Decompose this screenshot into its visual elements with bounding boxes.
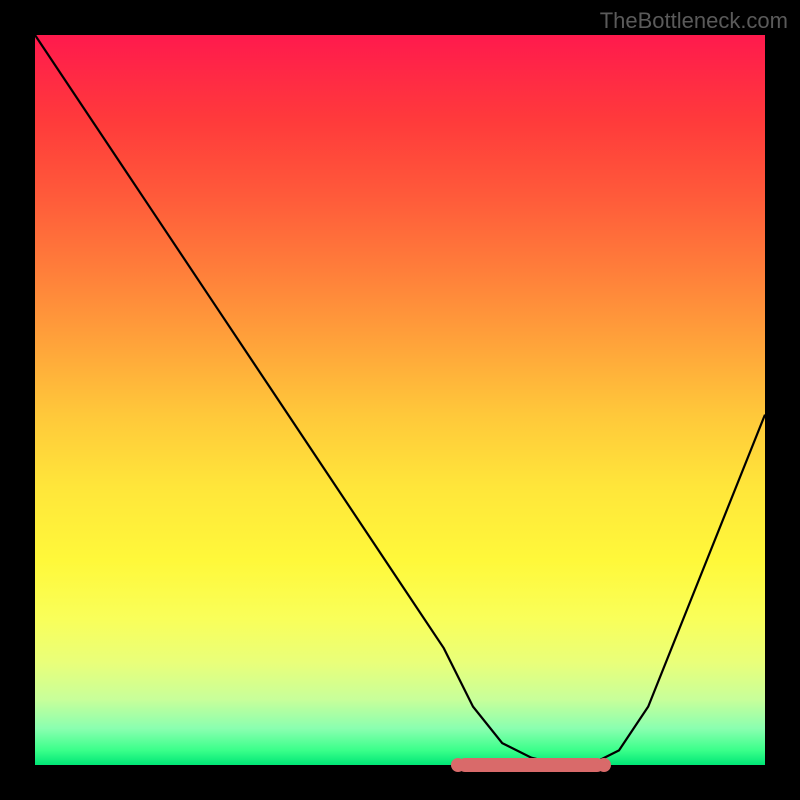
optimal-range-end-dot [597, 758, 611, 772]
watermark-text: TheBottleneck.com [600, 8, 788, 34]
optimal-range-highlight [458, 758, 604, 772]
chart-plot-area [35, 35, 765, 765]
optimal-range-start-dot [451, 758, 465, 772]
bottleneck-curve [35, 35, 765, 765]
